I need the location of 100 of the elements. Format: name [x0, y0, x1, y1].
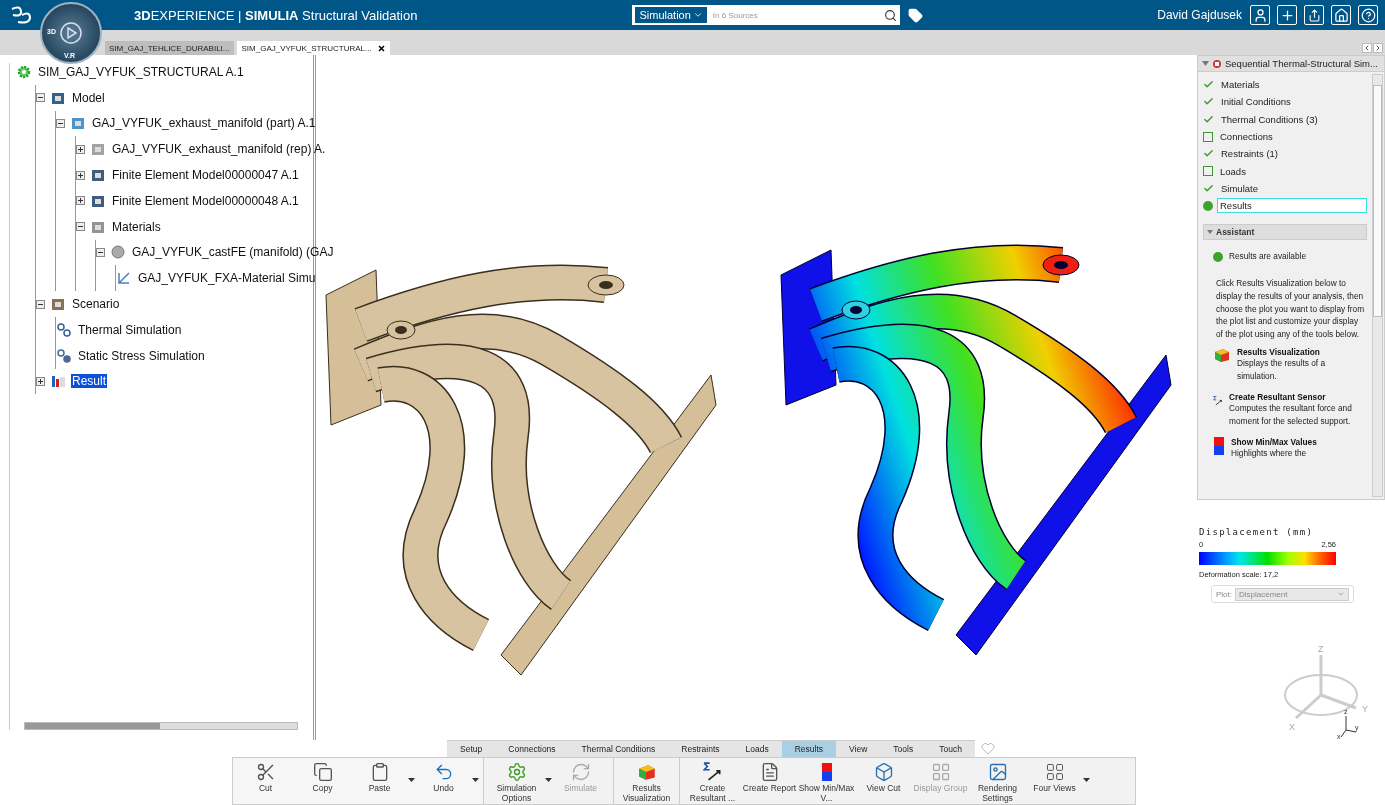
workflow-step[interactable]: Restraints (1): [1218, 146, 1367, 162]
ribbon-tab[interactable]: Setup: [447, 740, 496, 757]
tree-item[interactable]: Model: [71, 90, 106, 105]
tree-item[interactable]: SIM_GAJ_VYFUK_STRUCTURAL A.1: [37, 64, 245, 79]
toolbar-button[interactable]: Create Resultant ...: [684, 762, 741, 803]
caret-icon[interactable]: [545, 778, 552, 782]
play-icon: [59, 21, 83, 45]
workflow-icon: [1212, 58, 1222, 69]
assistant-header[interactable]: Assistant: [1203, 224, 1367, 241]
profile-button[interactable]: [1250, 5, 1270, 25]
ribbon-tab[interactable]: Thermal Conditions: [568, 740, 669, 757]
toolbar-button[interactable]: Paste: [351, 762, 408, 794]
tree-item[interactable]: Finite Element Model00000047 A.1: [111, 168, 300, 183]
expand-toggle[interactable]: [76, 170, 85, 180]
workflow-step[interactable]: Connections: [1217, 129, 1367, 145]
toolbar-button[interactable]: Simulation Options: [488, 762, 545, 803]
add-button[interactable]: [1277, 5, 1297, 25]
plus-icon: [37, 377, 44, 385]
logo-icon: [10, 5, 32, 25]
stress-icon: [56, 347, 72, 364]
workflow-step[interactable]: Results: [1217, 198, 1367, 214]
min-max-icon: [1213, 436, 1225, 455]
toolbar-button[interactable]: Rendering Settings: [969, 762, 1026, 803]
share-icon: [1307, 8, 1321, 22]
document-tab[interactable]: SIM_GAJ_TEHLICE_DURABILI...: [105, 41, 235, 55]
legend-title: Displacement (mm): [1199, 527, 1315, 537]
caret-icon[interactable]: [1083, 778, 1090, 782]
gear-icon: [506, 762, 527, 782]
toolbar-button[interactable]: Show Min/Max V...: [798, 762, 855, 803]
scrollbar[interactable]: [24, 722, 298, 730]
tool-title[interactable]: Results Visualization: [1237, 346, 1367, 357]
rep-icon: [90, 141, 106, 158]
collapse-toggle[interactable]: [96, 247, 105, 257]
toolbar-button[interactable]: Cut: [237, 762, 294, 794]
ribbon-tab[interactable]: Loads: [732, 740, 782, 757]
tree-item[interactable]: GAJ_VYFUK_exhaust_manifold (part) A.1: [91, 116, 317, 131]
collapse-toggle[interactable]: [36, 93, 45, 103]
share-button[interactable]: [1304, 5, 1324, 25]
collapse-icon[interactable]: [1202, 61, 1209, 66]
scroll-right-button[interactable]: [1373, 43, 1383, 53]
workflow-step[interactable]: Materials: [1218, 77, 1367, 93]
tree-item[interactable]: Result: [71, 374, 107, 389]
workflow-step[interactable]: Simulate: [1218, 180, 1367, 196]
ribbon-tab[interactable]: Connections: [495, 740, 569, 757]
tool-title[interactable]: Show Min/Max Values: [1231, 436, 1317, 447]
material-sim-icon: [116, 270, 132, 287]
search-scope-dropdown[interactable]: Simulation: [635, 7, 707, 23]
ribbon-tab[interactable]: Results: [781, 740, 837, 757]
tree-item[interactable]: Thermal Simulation: [77, 322, 183, 337]
tool-title[interactable]: Create Resultant Sensor: [1229, 391, 1367, 402]
expand-toggle[interactable]: [36, 376, 45, 386]
panel-title: Sequential Thermal-Structural Sim...: [1225, 58, 1378, 69]
toolbar-button[interactable]: Create Report: [741, 762, 798, 794]
tree-item[interactable]: Scenario: [71, 297, 121, 312]
tree-item[interactable]: Materials: [111, 219, 162, 234]
help-button[interactable]: [1358, 5, 1378, 25]
ribbon-tab[interactable]: Tools: [880, 740, 927, 757]
toolbar-button[interactable]: Undo: [415, 762, 472, 794]
home-button[interactable]: [1331, 5, 1351, 25]
tree-item[interactable]: GAJ_VYFUK_castFE (manifold) (GAJ: [131, 245, 335, 260]
tree-item[interactable]: GAJ_VYFUK_FXA-Material Simu: [137, 271, 317, 286]
ribbon-tab[interactable]: Touch: [926, 740, 975, 757]
tree-item[interactable]: GAJ_VYFUK_exhaust_manifold (rep) A.: [111, 142, 327, 157]
expand-toggle[interactable]: [76, 144, 85, 154]
close-icon[interactable]: [377, 44, 385, 52]
toolbar-button[interactable]: View Cut: [855, 762, 912, 794]
workflow-step[interactable]: Initial Conditions: [1218, 94, 1367, 110]
collapse-icon: [1207, 230, 1213, 235]
ribbon-tab[interactable]: View: [836, 740, 881, 757]
workflow-step[interactable]: Thermal Conditions (3): [1218, 111, 1367, 127]
tree-item[interactable]: Static Stress Simulation: [77, 348, 206, 363]
document-tab[interactable]: SIM_GAJ_VYFUK_STRUCTURAL...: [237, 41, 390, 55]
person-icon: [1252, 7, 1268, 23]
assistant-text: Click Results Visualization below to display the results of your analysis, then choose the plot you want to display from the plot list and customize your display of the plot using any of the tools below.: [1216, 277, 1366, 341]
copy-icon: [312, 762, 333, 782]
search-icon[interactable]: [884, 8, 898, 22]
scrollbar[interactable]: [1372, 74, 1383, 497]
toolbar-button[interactable]: Copy: [294, 762, 351, 794]
ribbon-tab[interactable]: Restraints: [668, 740, 733, 757]
caret-icon[interactable]: [472, 778, 479, 782]
tag-icon[interactable]: [908, 7, 924, 23]
collapse-toggle[interactable]: [76, 222, 85, 232]
scroll-left-button[interactable]: [1362, 43, 1372, 53]
plus-icon: [77, 145, 84, 153]
scenario-icon: [50, 296, 66, 313]
minus-icon: [57, 120, 64, 127]
toolbar-button[interactable]: Results Visualization: [618, 762, 675, 803]
tree-item[interactable]: Finite Element Model00000048 A.1: [111, 193, 300, 208]
expand-toggle[interactable]: [76, 196, 85, 206]
toolbar-button[interactable]: Four Views: [1026, 762, 1083, 794]
collapse-toggle[interactable]: [56, 119, 65, 128]
home-icon: [1333, 7, 1349, 23]
workflow-step[interactable]: Loads: [1217, 163, 1367, 179]
caret-icon: [692, 10, 703, 20]
search-field[interactable]: Simulation In 6 Sources: [632, 5, 901, 25]
collapse-toggle[interactable]: [36, 299, 45, 309]
result-icon: [50, 373, 66, 390]
tool-description: Highlights where the: [1231, 446, 1308, 460]
caret-icon[interactable]: [408, 778, 415, 782]
material-icon: [110, 244, 126, 261]
